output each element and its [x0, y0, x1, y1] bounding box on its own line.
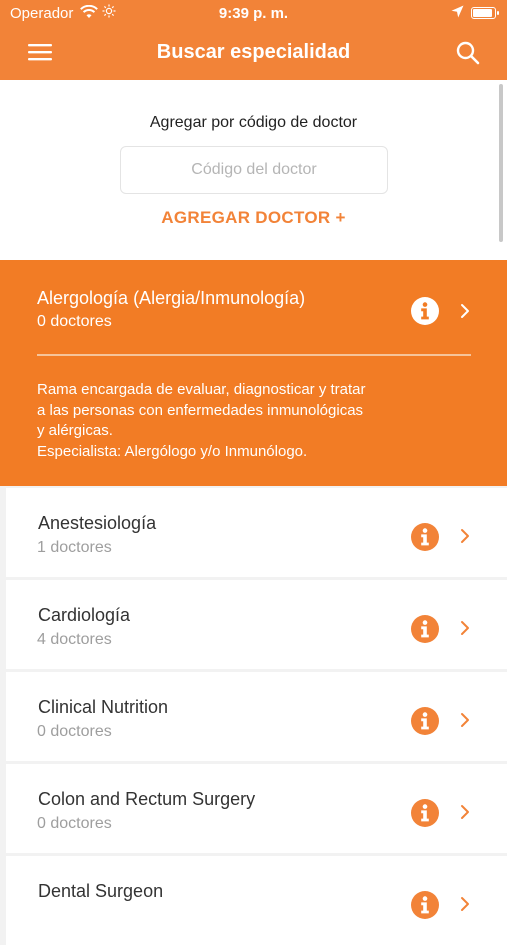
chevron-right-icon[interactable]: [459, 804, 471, 820]
chevron-right-icon[interactable]: [459, 712, 471, 728]
chevron-right-icon[interactable]: [459, 620, 471, 636]
add-doctor-button[interactable]: AGREGAR DOCTOR +: [0, 208, 507, 228]
chevron-right-icon[interactable]: [459, 896, 471, 912]
specialty-item[interactable]: Clinical Nutrition 0 doctores: [6, 672, 507, 761]
specialty-name: Alergología (Alergia/Inmunología): [37, 288, 306, 308]
info-icon[interactable]: [411, 297, 439, 325]
specialty-name: Colon and Rectum Surgery: [38, 789, 256, 809]
specialty-item-expanded[interactable]: Alergología (Alergia/Inmunología) 0 doct…: [0, 260, 507, 486]
specialty-name: Clinical Nutrition: [38, 697, 169, 717]
search-icon[interactable]: [455, 40, 481, 66]
specialty-item[interactable]: Anestesiología 1 doctores: [6, 488, 507, 577]
specialty-count: 0 doctores: [37, 723, 112, 740]
app-header: Operador 9:39 p. m. Buscar especialidad: [0, 0, 507, 80]
divider: [37, 354, 471, 356]
chevron-right-icon[interactable]: [459, 303, 471, 319]
doctor-code-input[interactable]: [120, 146, 388, 194]
status-time: 9:39 p. m.: [218, 5, 289, 22]
specialty-name: Cardiología: [38, 605, 131, 625]
battery-icon: [471, 7, 499, 19]
nav-bar: Buscar especialidad: [0, 28, 507, 80]
scrollbar[interactable]: [499, 84, 503, 242]
chevron-right-icon[interactable]: [459, 528, 471, 544]
info-icon[interactable]: [411, 799, 439, 827]
specialty-item[interactable]: Cardiología 4 doctores: [6, 580, 507, 669]
specialty-count: 0 doctores: [37, 313, 112, 330]
info-icon[interactable]: [411, 523, 439, 551]
specialty-count: 4 doctores: [37, 631, 112, 648]
specialty-item[interactable]: Dental Surgeon: [6, 856, 507, 945]
info-icon[interactable]: [411, 891, 439, 919]
description-line: y alérgicas.: [37, 422, 113, 439]
location-arrow-icon: [451, 5, 464, 22]
page-title: Buscar especialidad: [156, 41, 351, 63]
specialty-count: 0 doctores: [37, 815, 112, 832]
status-bar: Operador 9:39 p. m.: [0, 0, 507, 28]
description-line: Rama encargada de evaluar, diagnosticar …: [37, 381, 366, 398]
info-icon[interactable]: [411, 707, 439, 735]
add-doctor-card: Agregar por código de doctor AGREGAR DOC…: [0, 80, 507, 260]
description-line: Especialista: Alergólogo y/o Inmunólogo.: [37, 442, 308, 460]
specialty-item[interactable]: Colon and Rectum Surgery 0 doctores: [6, 764, 507, 853]
info-icon[interactable]: [411, 615, 439, 643]
specialty-name: Anestesiología: [38, 513, 157, 533]
add-doctor-label: Agregar por código de doctor: [149, 114, 358, 131]
description-line: a las personas con enfermedades inmunoló…: [37, 401, 364, 419]
specialty-name: Dental Surgeon: [38, 881, 164, 901]
specialty-count: 1 doctores: [37, 539, 112, 556]
specialty-description: Rama encargada de evaluar, diagnosticar …: [37, 380, 437, 462]
